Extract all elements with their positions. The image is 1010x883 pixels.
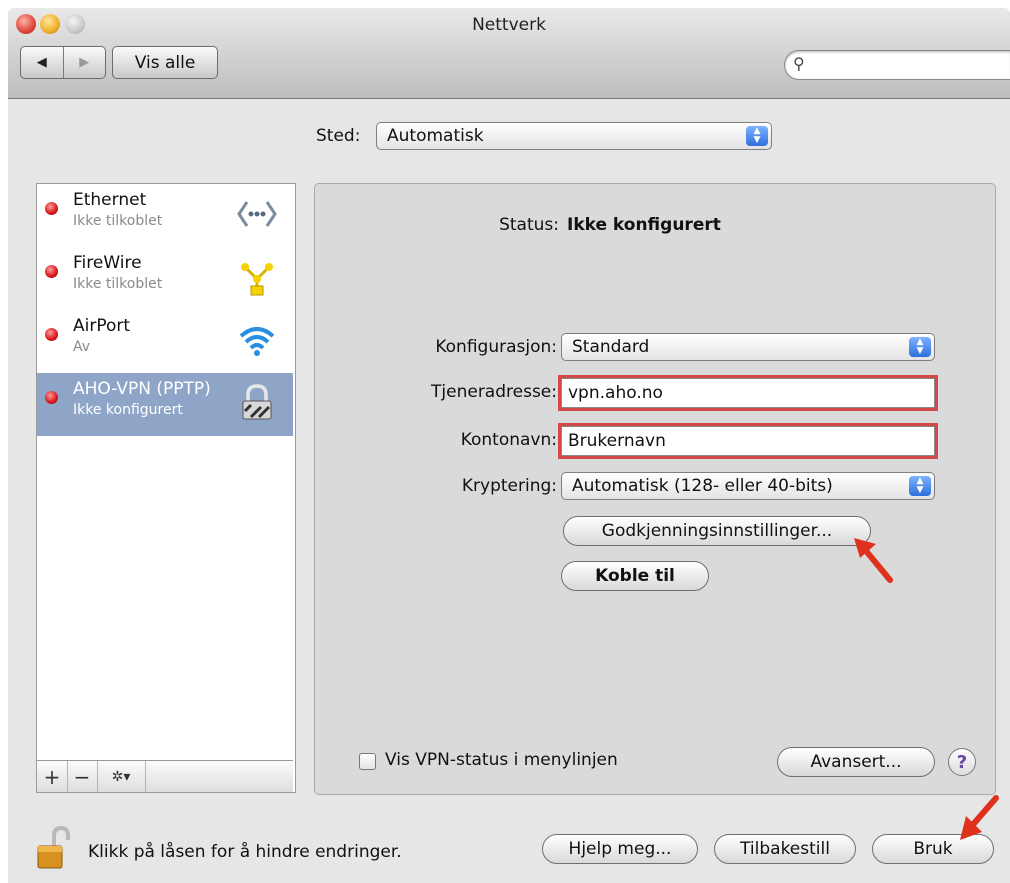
add-service-button[interactable]: +: [37, 761, 68, 792]
annotation-arrow-icon: [854, 538, 893, 583]
server-address-label: Tjeneradresse:: [431, 382, 557, 402]
service-list-toolbar: + − ✲▾: [37, 760, 293, 792]
status-label: Status:: [499, 215, 559, 235]
remove-service-button[interactable]: −: [67, 761, 98, 792]
service-status: Av: [73, 339, 91, 355]
configuration-label: Konfigurasjon:: [435, 337, 557, 357]
padlock-icon[interactable]: [36, 826, 72, 870]
action-menu-button[interactable]: ✲▾: [97, 761, 146, 792]
search-icon: ⚲: [793, 54, 805, 73]
account-name-field[interactable]: Brukernavn: [561, 426, 935, 456]
account-name-label: Kontonavn:: [460, 430, 557, 450]
lock-icon: [242, 384, 272, 420]
service-item-aho-vpn[interactable]: AHO-VPN (PPTP) Ikke konfigurert: [37, 373, 293, 436]
revert-button[interactable]: Tilbakestill: [714, 834, 856, 864]
annotation-arrow-icon: [960, 795, 999, 840]
location-label: Sted:: [316, 126, 361, 146]
authentication-settings-button[interactable]: Godkjenningsinnstillinger...: [563, 516, 871, 546]
show-vpn-status-label: Vis VPN-status i menylinjen: [385, 750, 618, 770]
status-dot-icon: [45, 265, 58, 278]
service-status: Ikke tilkoblet: [73, 276, 163, 292]
service-name: FireWire: [73, 253, 142, 273]
service-item-ethernet[interactable]: Ethernet Ikke tilkoblet: [37, 184, 293, 247]
show-vpn-status-checkbox[interactable]: [359, 753, 376, 770]
back-forward-control: ◀ ▶: [20, 46, 106, 79]
forward-button[interactable]: ▶: [62, 47, 106, 78]
location-popup[interactable]: Automatisk ▲ ▼: [376, 122, 772, 150]
advanced-button[interactable]: Avansert...: [777, 747, 935, 777]
service-list: Ethernet Ikke tilkoblet FireWire Ikke ti…: [36, 183, 296, 793]
popup-arrows-icon: ▲ ▼: [909, 337, 931, 357]
ethernet-icon: [237, 201, 277, 227]
popup-arrows-icon: ▲ ▼: [909, 476, 931, 496]
encryption-label: Kryptering:: [461, 476, 557, 496]
search-field[interactable]: ⚲: [784, 50, 1010, 80]
status-dot-icon: [45, 202, 58, 215]
service-item-firewire[interactable]: FireWire Ikke tilkoblet: [37, 247, 293, 310]
encryption-value: Automatisk (128- eller 40-bits): [572, 476, 833, 496]
connect-button[interactable]: Koble til: [561, 561, 709, 591]
titlebar: Nettverk ◀ ▶ Vis alle ⚲: [8, 8, 1010, 99]
status-dot-icon: [45, 391, 58, 404]
show-all-button[interactable]: Vis alle: [112, 46, 218, 79]
location-value: Automatisk: [387, 126, 484, 146]
help-button[interactable]: ?: [948, 748, 976, 776]
configuration-value: Standard: [572, 337, 650, 357]
status-dot-icon: [45, 328, 58, 341]
network-preferences-window: Nettverk ◀ ▶ Vis alle ⚲ Sted: Automatisk…: [8, 8, 1010, 883]
service-status: Ikke tilkoblet: [73, 213, 163, 229]
detail-panel: Status: Ikke konfigurert Konfigurasjon: …: [314, 183, 996, 795]
back-button[interactable]: ◀: [21, 47, 63, 78]
server-address-field[interactable]: vpn.aho.no: [561, 378, 935, 408]
window-title: Nettverk: [472, 15, 546, 35]
service-name: AHO-VPN (PPTP): [73, 379, 211, 399]
service-status: Ikke konfigurert: [73, 402, 183, 418]
encryption-popup[interactable]: Automatisk (128- eller 40-bits) ▲ ▼: [561, 472, 935, 500]
configuration-popup[interactable]: Standard ▲ ▼: [561, 333, 935, 361]
lock-message: Klikk på låsen for å hindre endringer.: [88, 842, 402, 862]
status-value: Ikke konfigurert: [567, 215, 721, 235]
service-name: AirPort: [73, 316, 131, 336]
service-name: Ethernet: [73, 190, 147, 210]
wifi-icon: [239, 327, 275, 356]
popup-arrows-icon: ▲ ▼: [746, 126, 768, 146]
assist-me-button[interactable]: Hjelp meg...: [542, 834, 698, 864]
firewire-icon: [241, 263, 273, 296]
service-item-airport[interactable]: AirPort Av: [37, 310, 293, 373]
